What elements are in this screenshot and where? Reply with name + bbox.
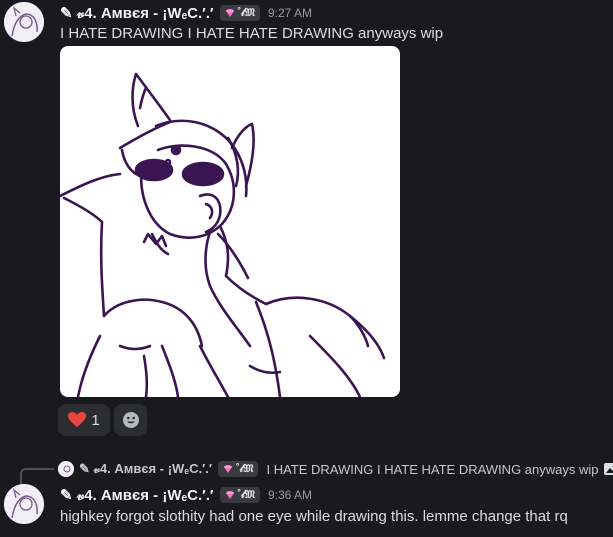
image-icon — [604, 463, 613, 475]
message-text: I HATE DRAWING I HATE HATE DRAWING anywa… — [60, 25, 444, 42]
heart-icon — [68, 412, 87, 427]
server-tag[interactable]: ˚𝓁𝔐 — [219, 5, 260, 21]
drawing-line-art — [60, 72, 386, 397]
message-header: ✎ 𝓋4. Амвєя - ¡WₑC.′.′ ˚𝓁𝔐 9:27 AM — [60, 3, 312, 23]
gem-icon — [225, 491, 234, 499]
reply-avatar — [58, 461, 74, 477]
add-reaction-button[interactable] — [114, 404, 147, 436]
gem-icon — [224, 465, 233, 473]
reply-server-tag-text: ˚𝓁𝔐 — [236, 462, 254, 475]
reaction-count: 1 — [91, 411, 100, 429]
reply-spine — [20, 468, 54, 484]
user-avatar[interactable] — [4, 2, 44, 42]
message-header: ✎ 𝓋4. Амвєя - ¡WₑC.′.′ ˚𝓁𝔐 9:36 AM — [60, 485, 312, 505]
timestamp[interactable]: 9:36 AM — [268, 488, 312, 502]
timestamp[interactable]: 9:27 AM — [268, 6, 312, 20]
message-text: highkey forgot slothity had one eye whil… — [60, 508, 568, 525]
add-reaction-icon — [122, 412, 139, 428]
gem-icon — [225, 9, 234, 17]
reply-server-tag: ˚𝓁𝔐 — [218, 461, 259, 477]
username[interactable]: ✎ 𝓋4. Амвєя - ¡WₑC.′.′ — [60, 486, 214, 504]
server-tag-text: ˚𝓁𝔐 — [237, 488, 255, 501]
drawing-image[interactable] — [60, 46, 400, 397]
username[interactable]: ✎ 𝓋4. Амвєя - ¡WₑC.′.′ — [60, 4, 214, 22]
server-tag[interactable]: ˚𝓁𝔐 — [219, 487, 260, 503]
reply-reference[interactable]: ✎ 𝓋4. Амвєя - ¡WₑC.′.′ ˚𝓁𝔐 I HATE DRAWIN… — [58, 460, 613, 478]
reply-username[interactable]: ✎ 𝓋4. Амвєя - ¡WₑC.′.′ — [79, 461, 212, 477]
user-avatar[interactable] — [4, 484, 44, 524]
server-tag-text: ˚𝓁𝔐 — [237, 6, 255, 19]
reply-text: I HATE DRAWING I HATE HATE DRAWING anywa… — [266, 461, 599, 477]
reaction-heart[interactable]: 1 — [58, 404, 110, 436]
